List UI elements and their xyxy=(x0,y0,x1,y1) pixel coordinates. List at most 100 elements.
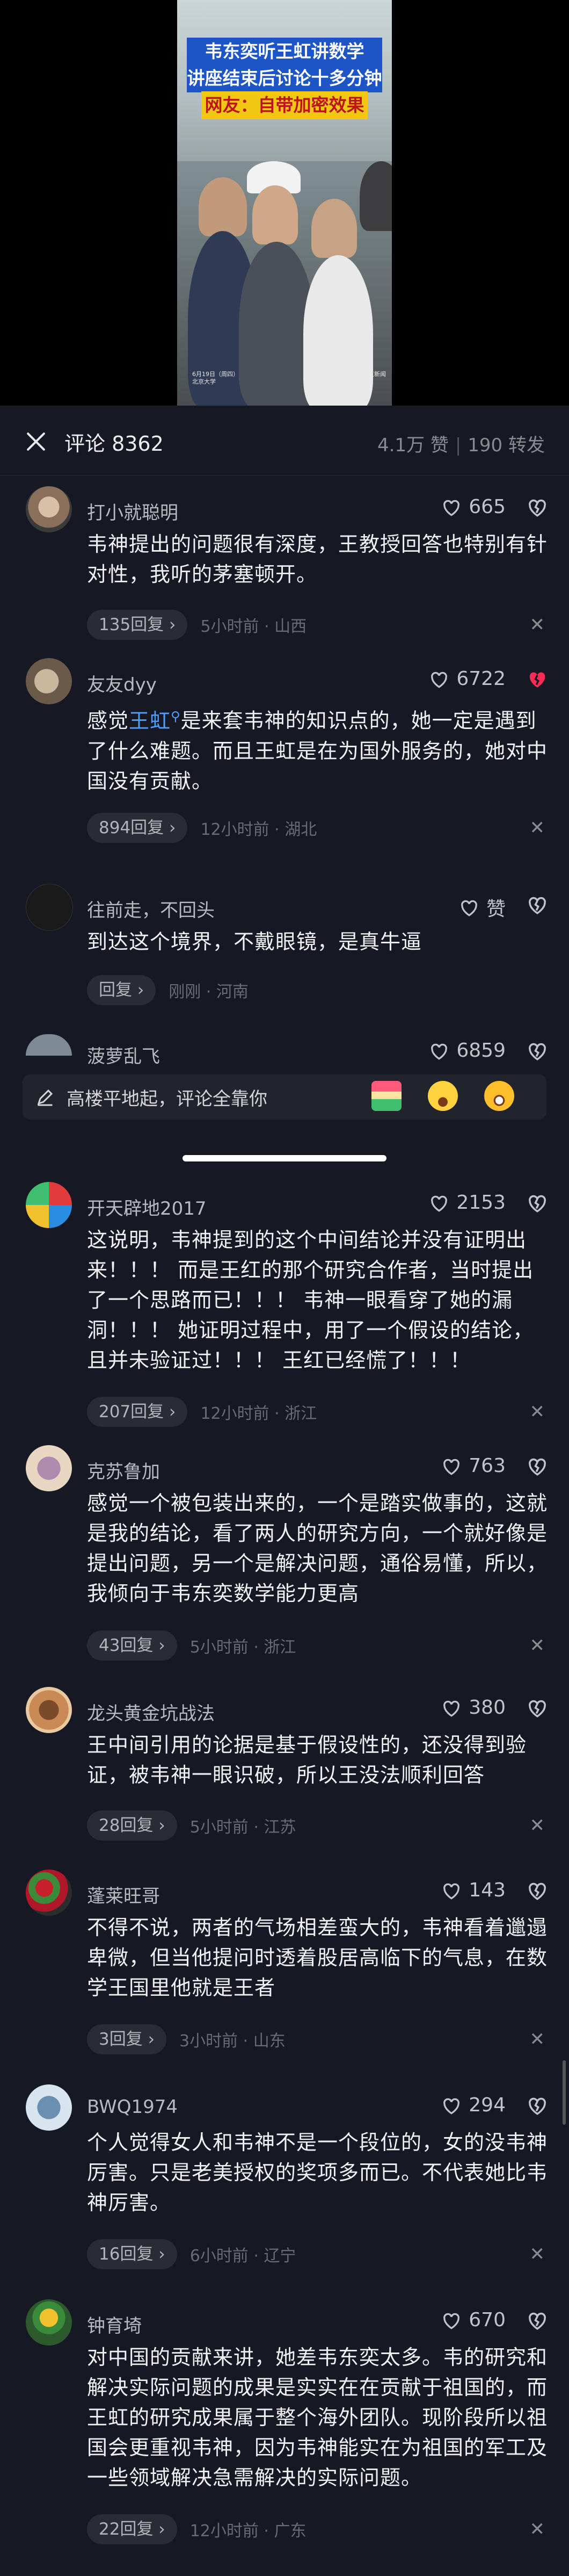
like-button[interactable]: 763 xyxy=(441,1455,506,1477)
search-link-text: 王虹 xyxy=(129,709,171,733)
comment-input-placeholder: 高楼平地起，评论全靠你 xyxy=(67,1088,267,1110)
close-icon[interactable] xyxy=(26,431,46,452)
replies-button[interactable]: 16回复 › xyxy=(87,2239,177,2269)
avatar[interactable] xyxy=(26,2084,72,2131)
replies-label: 135回复 xyxy=(99,615,164,634)
like-button[interactable]: 294 xyxy=(441,2094,506,2116)
broken-heart-icon[interactable] xyxy=(526,893,549,916)
comment-text: 王中间引用的论据是基于假设性的，还没得到验证，被韦神一眼识破，所以王没法顺利回答 xyxy=(87,1733,527,1787)
comment-header: 评论 8362 4.1万 赞 | 190 转发 xyxy=(0,406,569,476)
comment-input[interactable]: 高楼平地起，评论全靠你 xyxy=(23,1074,546,1120)
heart-icon xyxy=(443,1700,460,1717)
like-button[interactable]: 2153 xyxy=(428,1192,506,1214)
replies-button[interactable]: 回复 › xyxy=(87,975,156,1005)
like-button[interactable]: 赞 xyxy=(458,893,506,921)
video-person xyxy=(311,199,357,258)
avatar[interactable] xyxy=(26,1034,72,1056)
like-button[interactable]: 380 xyxy=(441,1697,506,1719)
replies-button[interactable]: 3回复 › xyxy=(87,2024,166,2054)
like-button[interactable]: 670 xyxy=(441,2309,506,2331)
comment-username[interactable]: 友友dyy xyxy=(87,670,157,696)
replies-button[interactable]: 22回复 › xyxy=(87,2514,177,2544)
comment-meta: 894回复 › 12小时前 · 湖北 xyxy=(87,813,317,843)
avatar[interactable] xyxy=(26,884,73,931)
avatar[interactable] xyxy=(26,1687,72,1733)
broken-heart-icon[interactable] xyxy=(526,2309,549,2332)
heart-icon xyxy=(431,672,448,688)
replies-button[interactable]: 207回复 › xyxy=(87,1397,188,1427)
comment-username[interactable]: 蓬莱旺哥 xyxy=(87,1881,160,1908)
broken-heart-icon[interactable] xyxy=(526,1192,549,1214)
close-icon[interactable]: ✕ xyxy=(530,2519,545,2540)
laughing-emoji-icon[interactable] xyxy=(428,1081,458,1111)
like-count: 赞 xyxy=(486,898,506,920)
close-icon[interactable]: ✕ xyxy=(530,817,545,839)
like-count: 763 xyxy=(469,1455,506,1477)
video-person xyxy=(252,185,298,244)
comment-username[interactable]: 菠萝乱飞 xyxy=(87,1042,160,1068)
broken-heart-icon[interactable] xyxy=(526,1879,549,1902)
replies-button[interactable]: 135回复 › xyxy=(87,610,188,640)
comment-username[interactable]: 开天辟地2017 xyxy=(87,1194,207,1220)
like-button[interactable]: 6859 xyxy=(428,1040,506,1062)
comment-time-location: 12小时前 · 湖北 xyxy=(200,820,317,839)
heart-icon xyxy=(443,500,460,516)
comment-text: 不得不说，两者的气场相差蛮大的，韦神看着邋遢卑微，但当他提问时透着股居高临下的气… xyxy=(87,1916,548,2000)
video-headline-1: 韦东奕听王虹讲数学 xyxy=(187,38,382,66)
comment-username[interactable]: 往前走，不回头 xyxy=(87,896,215,922)
comment-text: 感觉王虹⚲是来套韦神的知识点的，她一定是遇到了什么难题。而且王虹是在为国外服务的… xyxy=(87,701,551,796)
comment-meta: 回复 › 刚刚 · 河南 xyxy=(87,975,249,1005)
video-player[interactable]: 韦东奕听王虹讲数学 讲座结束后讨论十多分钟 网友：自带加密效果 6月19日（周四… xyxy=(0,0,569,406)
close-icon[interactable]: ✕ xyxy=(530,1635,545,1656)
heart-icon xyxy=(431,1195,448,1212)
replies-button[interactable]: 28回复 › xyxy=(87,1810,177,1841)
cake-emoji-icon[interactable] xyxy=(371,1081,402,1111)
sheet-drag-handle[interactable] xyxy=(183,1155,386,1161)
avatar[interactable] xyxy=(26,1870,72,1916)
search-link-wanghong[interactable]: 王虹⚲ xyxy=(129,709,181,733)
like-button[interactable]: 6722 xyxy=(428,668,506,690)
close-icon[interactable]: ✕ xyxy=(530,2243,545,2265)
comment-count-title: 评论 8362 xyxy=(64,432,164,456)
comment-time-location: 3小时前 · 山东 xyxy=(179,2032,286,2051)
close-icon[interactable]: ✕ xyxy=(530,1401,545,1423)
close-icon[interactable]: ✕ xyxy=(530,2029,545,2050)
close-icon[interactable]: ✕ xyxy=(530,614,545,636)
scrollbar[interactable] xyxy=(563,2060,566,2125)
heart-icon xyxy=(443,2313,460,2329)
comment-username[interactable]: 克苏鲁加 xyxy=(87,1457,160,1483)
avatar[interactable] xyxy=(26,1445,72,1491)
comment-username[interactable]: 钟育埼 xyxy=(87,2311,142,2337)
grinning-emoji-icon[interactable] xyxy=(484,1081,514,1111)
comment-time-location: 12小时前 · 广东 xyxy=(189,2522,307,2541)
comment-meta: 207回复 › 12小时前 · 浙江 xyxy=(87,1397,317,1427)
comment-username[interactable]: 打小就聪明 xyxy=(87,498,178,524)
heart-icon xyxy=(443,1459,460,1475)
comment-time-location: 刚刚 · 河南 xyxy=(169,983,249,1001)
like-button[interactable]: 665 xyxy=(441,496,506,518)
broken-heart-icon[interactable] xyxy=(526,2094,549,2117)
close-icon[interactable]: ✕ xyxy=(530,1815,545,1836)
like-button[interactable]: 143 xyxy=(441,1879,506,1901)
broken-heart-icon[interactable] xyxy=(526,1455,549,1477)
replies-button[interactable]: 43回复 › xyxy=(87,1630,177,1661)
comment-text: 韦神提出的问题很有深度，王教授回答也特别有针对性，我听的茅塞顿开。 xyxy=(87,532,548,586)
avatar[interactable] xyxy=(26,658,72,704)
broken-heart-icon[interactable] xyxy=(526,496,549,518)
replies-button[interactable]: 894回复 › xyxy=(87,813,188,843)
avatar[interactable] xyxy=(26,486,72,532)
comment-username[interactable]: 龙头黄金坑战法 xyxy=(87,1699,215,1725)
comment-username[interactable]: BWQ1974 xyxy=(87,2096,178,2118)
video-frame[interactable]: 韦东奕听王虹讲数学 讲座结束后讨论十多分钟 网友：自带加密效果 6月19日（周四… xyxy=(177,0,392,406)
post-stats: 4.1万 赞 | 190 转发 xyxy=(377,430,545,457)
avatar[interactable] xyxy=(26,2299,72,2346)
broken-heart-icon[interactable] xyxy=(526,1697,549,1719)
broken-heart-icon[interactable] xyxy=(526,668,549,690)
comment-text: 到达这个境界，不戴眼镜，是真牛逼 xyxy=(87,930,422,954)
video-person xyxy=(360,161,392,231)
replies-label: 207回复 xyxy=(99,1402,164,1422)
comment-time-location: 5小时前 · 江苏 xyxy=(189,1818,296,1837)
broken-heart-icon[interactable] xyxy=(526,1040,549,1062)
avatar[interactable] xyxy=(26,1182,72,1228)
comment-meta: 135回复 › 5小时前 · 山西 xyxy=(87,610,307,640)
